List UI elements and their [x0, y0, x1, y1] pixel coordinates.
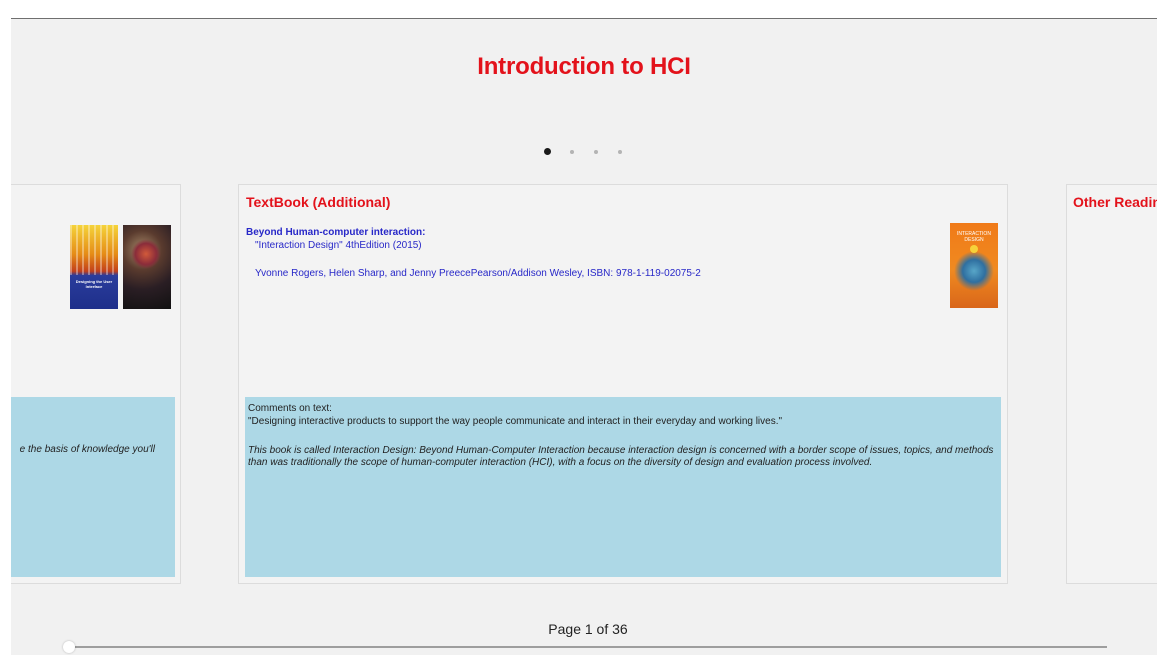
book-cover-designing-the-user-interface: Designing the User Interface: [70, 225, 118, 309]
comments-text: e the basis of knowledge you'll: [19, 444, 155, 455]
comments-box: Comments on text: "Designing interactive…: [245, 397, 1001, 577]
page-scrubber-thumb[interactable]: [63, 641, 75, 653]
book-title: Beyond Human-computer interaction:: [246, 227, 426, 238]
comments-label: Comments on text:: [248, 403, 332, 414]
comments-box: e the basis of knowledge you'll: [11, 397, 175, 577]
carousel-dot-1[interactable]: [544, 148, 551, 155]
page-scrubber-track[interactable]: [67, 646, 1107, 648]
comments-body: This book is called Interaction Design: …: [248, 445, 994, 468]
carousel-dot-3[interactable]: [594, 150, 598, 154]
comments-quote: "Designing interactive products to suppo…: [248, 416, 783, 427]
page-title: Introduction to HCI: [477, 53, 691, 80]
book-authors: Yvonne Rogers, Helen Sharp, and Jenny Pr…: [255, 268, 701, 279]
book-cover-dark: [123, 225, 171, 309]
card-textbook-additional[interactable]: TextBook (Additional) Beyond Human-compu…: [238, 184, 1008, 584]
carousel-dot-4[interactable]: [618, 150, 622, 154]
presentation-viewer[interactable]: Introduction to HCI Designing the User I…: [11, 19, 1157, 655]
card-heading: TextBook (Additional): [246, 194, 391, 210]
book-cover-interaction-design: INTERACTION DESIGN: [950, 223, 998, 308]
card-heading: Other Readin: [1073, 194, 1157, 210]
carousel-dot-2[interactable]: [570, 150, 574, 154]
card-next[interactable]: Other Readin: [1066, 184, 1157, 584]
book-edition: "Interaction Design" 4thEdition (2015): [255, 240, 422, 251]
page-indicator: Page 1 of 36: [548, 621, 628, 637]
card-previous[interactable]: Designing the User Interface e the basis…: [11, 184, 181, 584]
